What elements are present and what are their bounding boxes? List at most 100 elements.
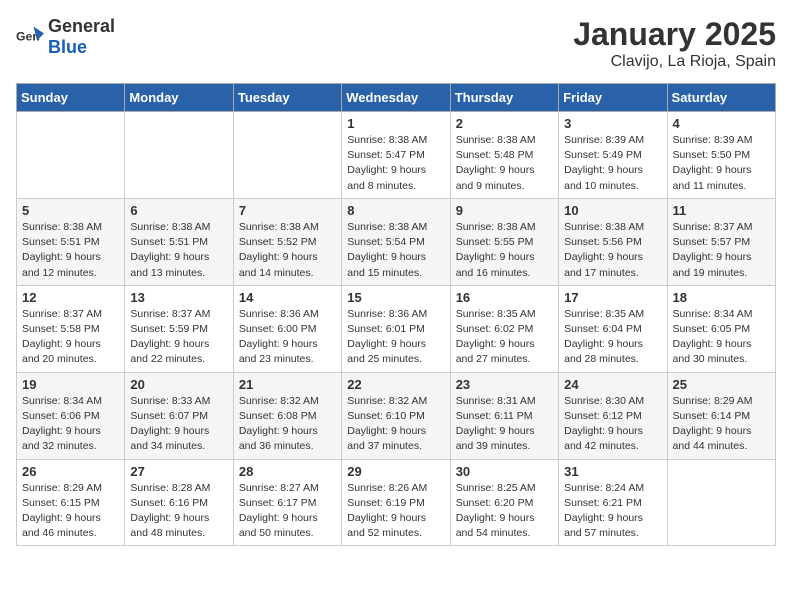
day-info: Sunrise: 8:32 AM Sunset: 6:10 PM Dayligh… [347,394,444,455]
calendar-cell: 8 Sunrise: 8:38 AM Sunset: 5:54 PM Daylig… [342,198,450,285]
day-number: 26 [22,464,119,479]
day-info: Sunrise: 8:28 AM Sunset: 6:16 PM Dayligh… [130,481,227,542]
day-info: Sunrise: 8:36 AM Sunset: 6:01 PM Dayligh… [347,307,444,368]
weekday-header-tuesday: Tuesday [233,84,341,112]
day-number: 15 [347,290,444,305]
day-info: Sunrise: 8:34 AM Sunset: 6:05 PM Dayligh… [673,307,770,368]
day-info: Sunrise: 8:38 AM Sunset: 5:51 PM Dayligh… [22,220,119,281]
day-number: 28 [239,464,336,479]
day-number: 20 [130,377,227,392]
calendar-cell: 6 Sunrise: 8:38 AM Sunset: 5:51 PM Daylig… [125,198,233,285]
calendar-cell: 23Sunrise: 8:31 AM Sunset: 6:11 PM Dayli… [450,372,558,459]
weekday-header-thursday: Thursday [450,84,558,112]
logo-icon: Gen [16,23,44,51]
day-info: Sunrise: 8:26 AM Sunset: 6:19 PM Dayligh… [347,481,444,542]
calendar-cell: 17Sunrise: 8:35 AM Sunset: 6:04 PM Dayli… [559,285,667,372]
logo-text-blue: Blue [48,37,87,57]
calendar-cell: 14Sunrise: 8:36 AM Sunset: 6:00 PM Dayli… [233,285,341,372]
calendar-cell: 11 Sunrise: 8:37 AM Sunset: 5:57 PM Dayli… [667,198,775,285]
calendar-cell: 3Sunrise: 8:39 AM Sunset: 5:49 PM Daylig… [559,112,667,199]
calendar-cell: 2 Sunrise: 8:38 AM Sunset: 5:48 PM Daylig… [450,112,558,199]
day-number: 25 [673,377,770,392]
calendar-cell: 19 Sunrise: 8:34 AM Sunset: 6:06 PM Dayli… [17,372,125,459]
day-info: Sunrise: 8:38 AM Sunset: 5:55 PM Dayligh… [456,220,553,281]
calendar-cell: 16Sunrise: 8:35 AM Sunset: 6:02 PM Dayli… [450,285,558,372]
calendar-cell: 4 Sunrise: 8:39 AM Sunset: 5:50 PM Daylig… [667,112,775,199]
page-title: January 2025 [573,16,776,53]
weekday-header-saturday: Saturday [667,84,775,112]
day-number: 13 [130,290,227,305]
logo-text-general: General [48,16,115,36]
calendar-cell: 21 Sunrise: 8:32 AM Sunset: 6:08 PM Dayli… [233,372,341,459]
day-number: 9 [456,203,553,218]
weekday-header-wednesday: Wednesday [342,84,450,112]
calendar-table: SundayMondayTuesdayWednesdayThursdayFrid… [16,83,776,546]
day-number: 19 [22,377,119,392]
calendar-cell: 1 Sunrise: 8:38 AM Sunset: 5:47 PM Daylig… [342,112,450,199]
day-number: 4 [673,116,770,131]
calendar-cell: 29 Sunrise: 8:26 AM Sunset: 6:19 PM Dayli… [342,459,450,546]
day-info: Sunrise: 8:38 AM Sunset: 5:56 PM Dayligh… [564,220,661,281]
day-info: Sunrise: 8:34 AM Sunset: 6:06 PM Dayligh… [22,394,119,455]
day-info: Sunrise: 8:39 AM Sunset: 5:50 PM Dayligh… [673,133,770,194]
day-info: Sunrise: 8:38 AM Sunset: 5:54 PM Dayligh… [347,220,444,281]
day-info: Sunrise: 8:38 AM Sunset: 5:47 PM Dayligh… [347,133,444,194]
day-info: Sunrise: 8:39 AM Sunset: 5:49 PM Dayligh… [564,133,661,194]
day-number: 30 [456,464,553,479]
day-number: 10 [564,203,661,218]
calendar-week-1: 1 Sunrise: 8:38 AM Sunset: 5:47 PM Daylig… [17,112,776,199]
day-info: Sunrise: 8:25 AM Sunset: 6:20 PM Dayligh… [456,481,553,542]
calendar-body: 1 Sunrise: 8:38 AM Sunset: 5:47 PM Daylig… [17,112,776,546]
day-number: 29 [347,464,444,479]
weekday-header-row: SundayMondayTuesdayWednesdayThursdayFrid… [17,84,776,112]
calendar-week-3: 12Sunrise: 8:37 AM Sunset: 5:58 PM Dayli… [17,285,776,372]
calendar-cell [125,112,233,199]
calendar-cell: 7 Sunrise: 8:38 AM Sunset: 5:52 PM Daylig… [233,198,341,285]
page-header: Gen General Blue January 2025 Clavijo, L… [16,16,776,71]
page-subtitle: Clavijo, La Rioja, Spain [573,53,776,71]
day-info: Sunrise: 8:27 AM Sunset: 6:17 PM Dayligh… [239,481,336,542]
calendar-cell: 24Sunrise: 8:30 AM Sunset: 6:12 PM Dayli… [559,372,667,459]
day-number: 22 [347,377,444,392]
day-info: Sunrise: 8:33 AM Sunset: 6:07 PM Dayligh… [130,394,227,455]
day-number: 17 [564,290,661,305]
calendar-cell: 27 Sunrise: 8:28 AM Sunset: 6:16 PM Dayli… [125,459,233,546]
calendar-cell [667,459,775,546]
day-number: 24 [564,377,661,392]
calendar-cell: 18 Sunrise: 8:34 AM Sunset: 6:05 PM Dayli… [667,285,775,372]
day-number: 11 [673,203,770,218]
day-number: 14 [239,290,336,305]
day-number: 31 [564,464,661,479]
calendar-cell: 13Sunrise: 8:37 AM Sunset: 5:59 PM Dayli… [125,285,233,372]
calendar-cell: 20 Sunrise: 8:33 AM Sunset: 6:07 PM Dayli… [125,372,233,459]
day-info: Sunrise: 8:32 AM Sunset: 6:08 PM Dayligh… [239,394,336,455]
calendar-week-4: 19 Sunrise: 8:34 AM Sunset: 6:06 PM Dayli… [17,372,776,459]
day-info: Sunrise: 8:31 AM Sunset: 6:11 PM Dayligh… [456,394,553,455]
calendar-header: SundayMondayTuesdayWednesdayThursdayFrid… [17,84,776,112]
day-number: 2 [456,116,553,131]
day-info: Sunrise: 8:37 AM Sunset: 5:57 PM Dayligh… [673,220,770,281]
day-info: Sunrise: 8:38 AM Sunset: 5:52 PM Dayligh… [239,220,336,281]
day-number: 6 [130,203,227,218]
calendar-week-2: 5 Sunrise: 8:38 AM Sunset: 5:51 PM Daylig… [17,198,776,285]
calendar-cell: 26 Sunrise: 8:29 AM Sunset: 6:15 PM Dayli… [17,459,125,546]
calendar-week-5: 26 Sunrise: 8:29 AM Sunset: 6:15 PM Dayli… [17,459,776,546]
calendar-cell: 31 Sunrise: 8:24 AM Sunset: 6:21 PM Dayli… [559,459,667,546]
day-info: Sunrise: 8:29 AM Sunset: 6:15 PM Dayligh… [22,481,119,542]
calendar-cell [17,112,125,199]
day-number: 21 [239,377,336,392]
day-info: Sunrise: 8:37 AM Sunset: 5:58 PM Dayligh… [22,307,119,368]
day-number: 1 [347,116,444,131]
calendar-cell: 12Sunrise: 8:37 AM Sunset: 5:58 PM Dayli… [17,285,125,372]
day-info: Sunrise: 8:24 AM Sunset: 6:21 PM Dayligh… [564,481,661,542]
day-info: Sunrise: 8:29 AM Sunset: 6:14 PM Dayligh… [673,394,770,455]
day-info: Sunrise: 8:38 AM Sunset: 5:51 PM Dayligh… [130,220,227,281]
day-number: 5 [22,203,119,218]
day-number: 8 [347,203,444,218]
day-info: Sunrise: 8:38 AM Sunset: 5:48 PM Dayligh… [456,133,553,194]
day-number: 7 [239,203,336,218]
day-number: 18 [673,290,770,305]
calendar-cell: 15 Sunrise: 8:36 AM Sunset: 6:01 PM Dayli… [342,285,450,372]
day-number: 27 [130,464,227,479]
calendar-cell: 30 Sunrise: 8:25 AM Sunset: 6:20 PM Dayli… [450,459,558,546]
